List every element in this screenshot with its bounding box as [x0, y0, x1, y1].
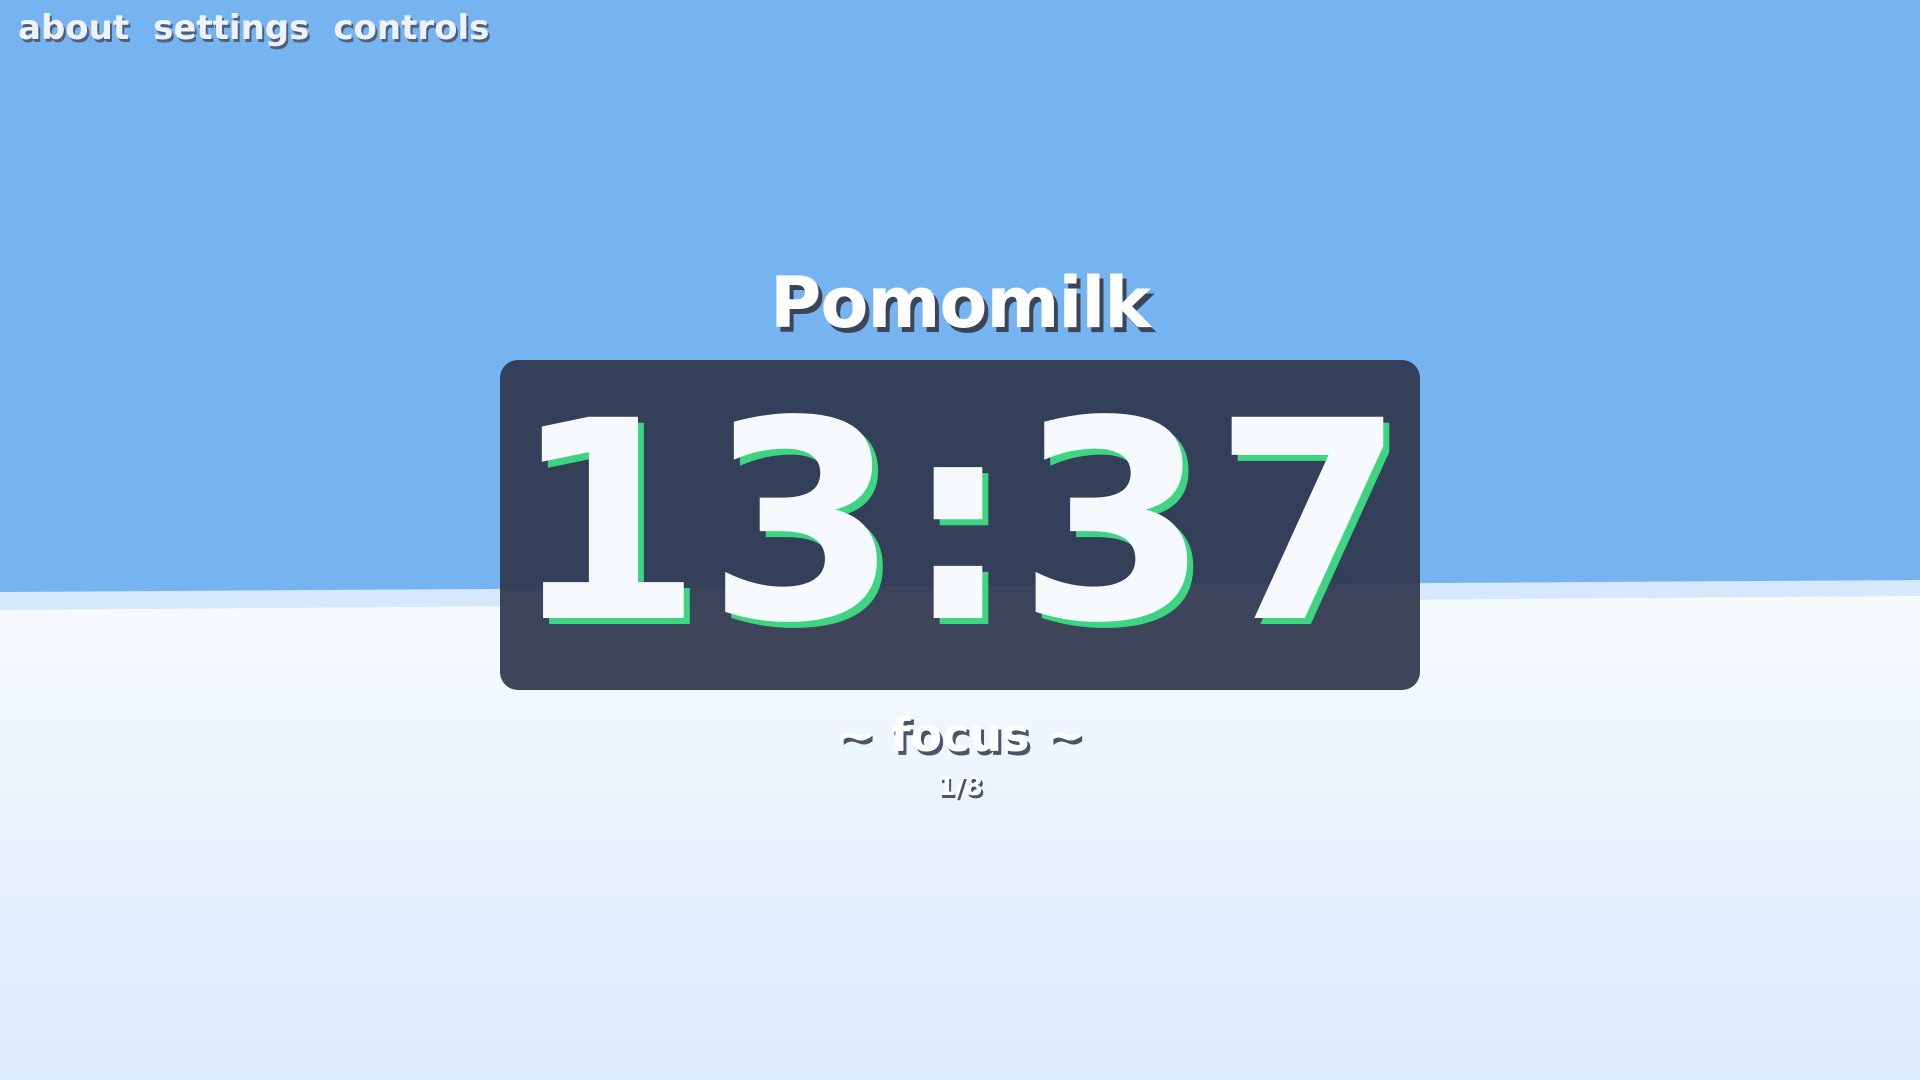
- top-nav: about settings controls: [18, 8, 489, 48]
- timer-display: 13:37: [510, 363, 1410, 684]
- session-counter: 1/8: [937, 772, 983, 802]
- timer-mode-label: ~ focus ~: [835, 708, 1085, 762]
- app-title: Pomomilk: [770, 262, 1151, 344]
- nav-controls-link[interactable]: controls: [333, 8, 489, 48]
- nav-about-link[interactable]: about: [18, 8, 129, 48]
- nav-settings-link[interactable]: settings: [153, 8, 309, 48]
- timer-panel: 13:37: [500, 360, 1420, 690]
